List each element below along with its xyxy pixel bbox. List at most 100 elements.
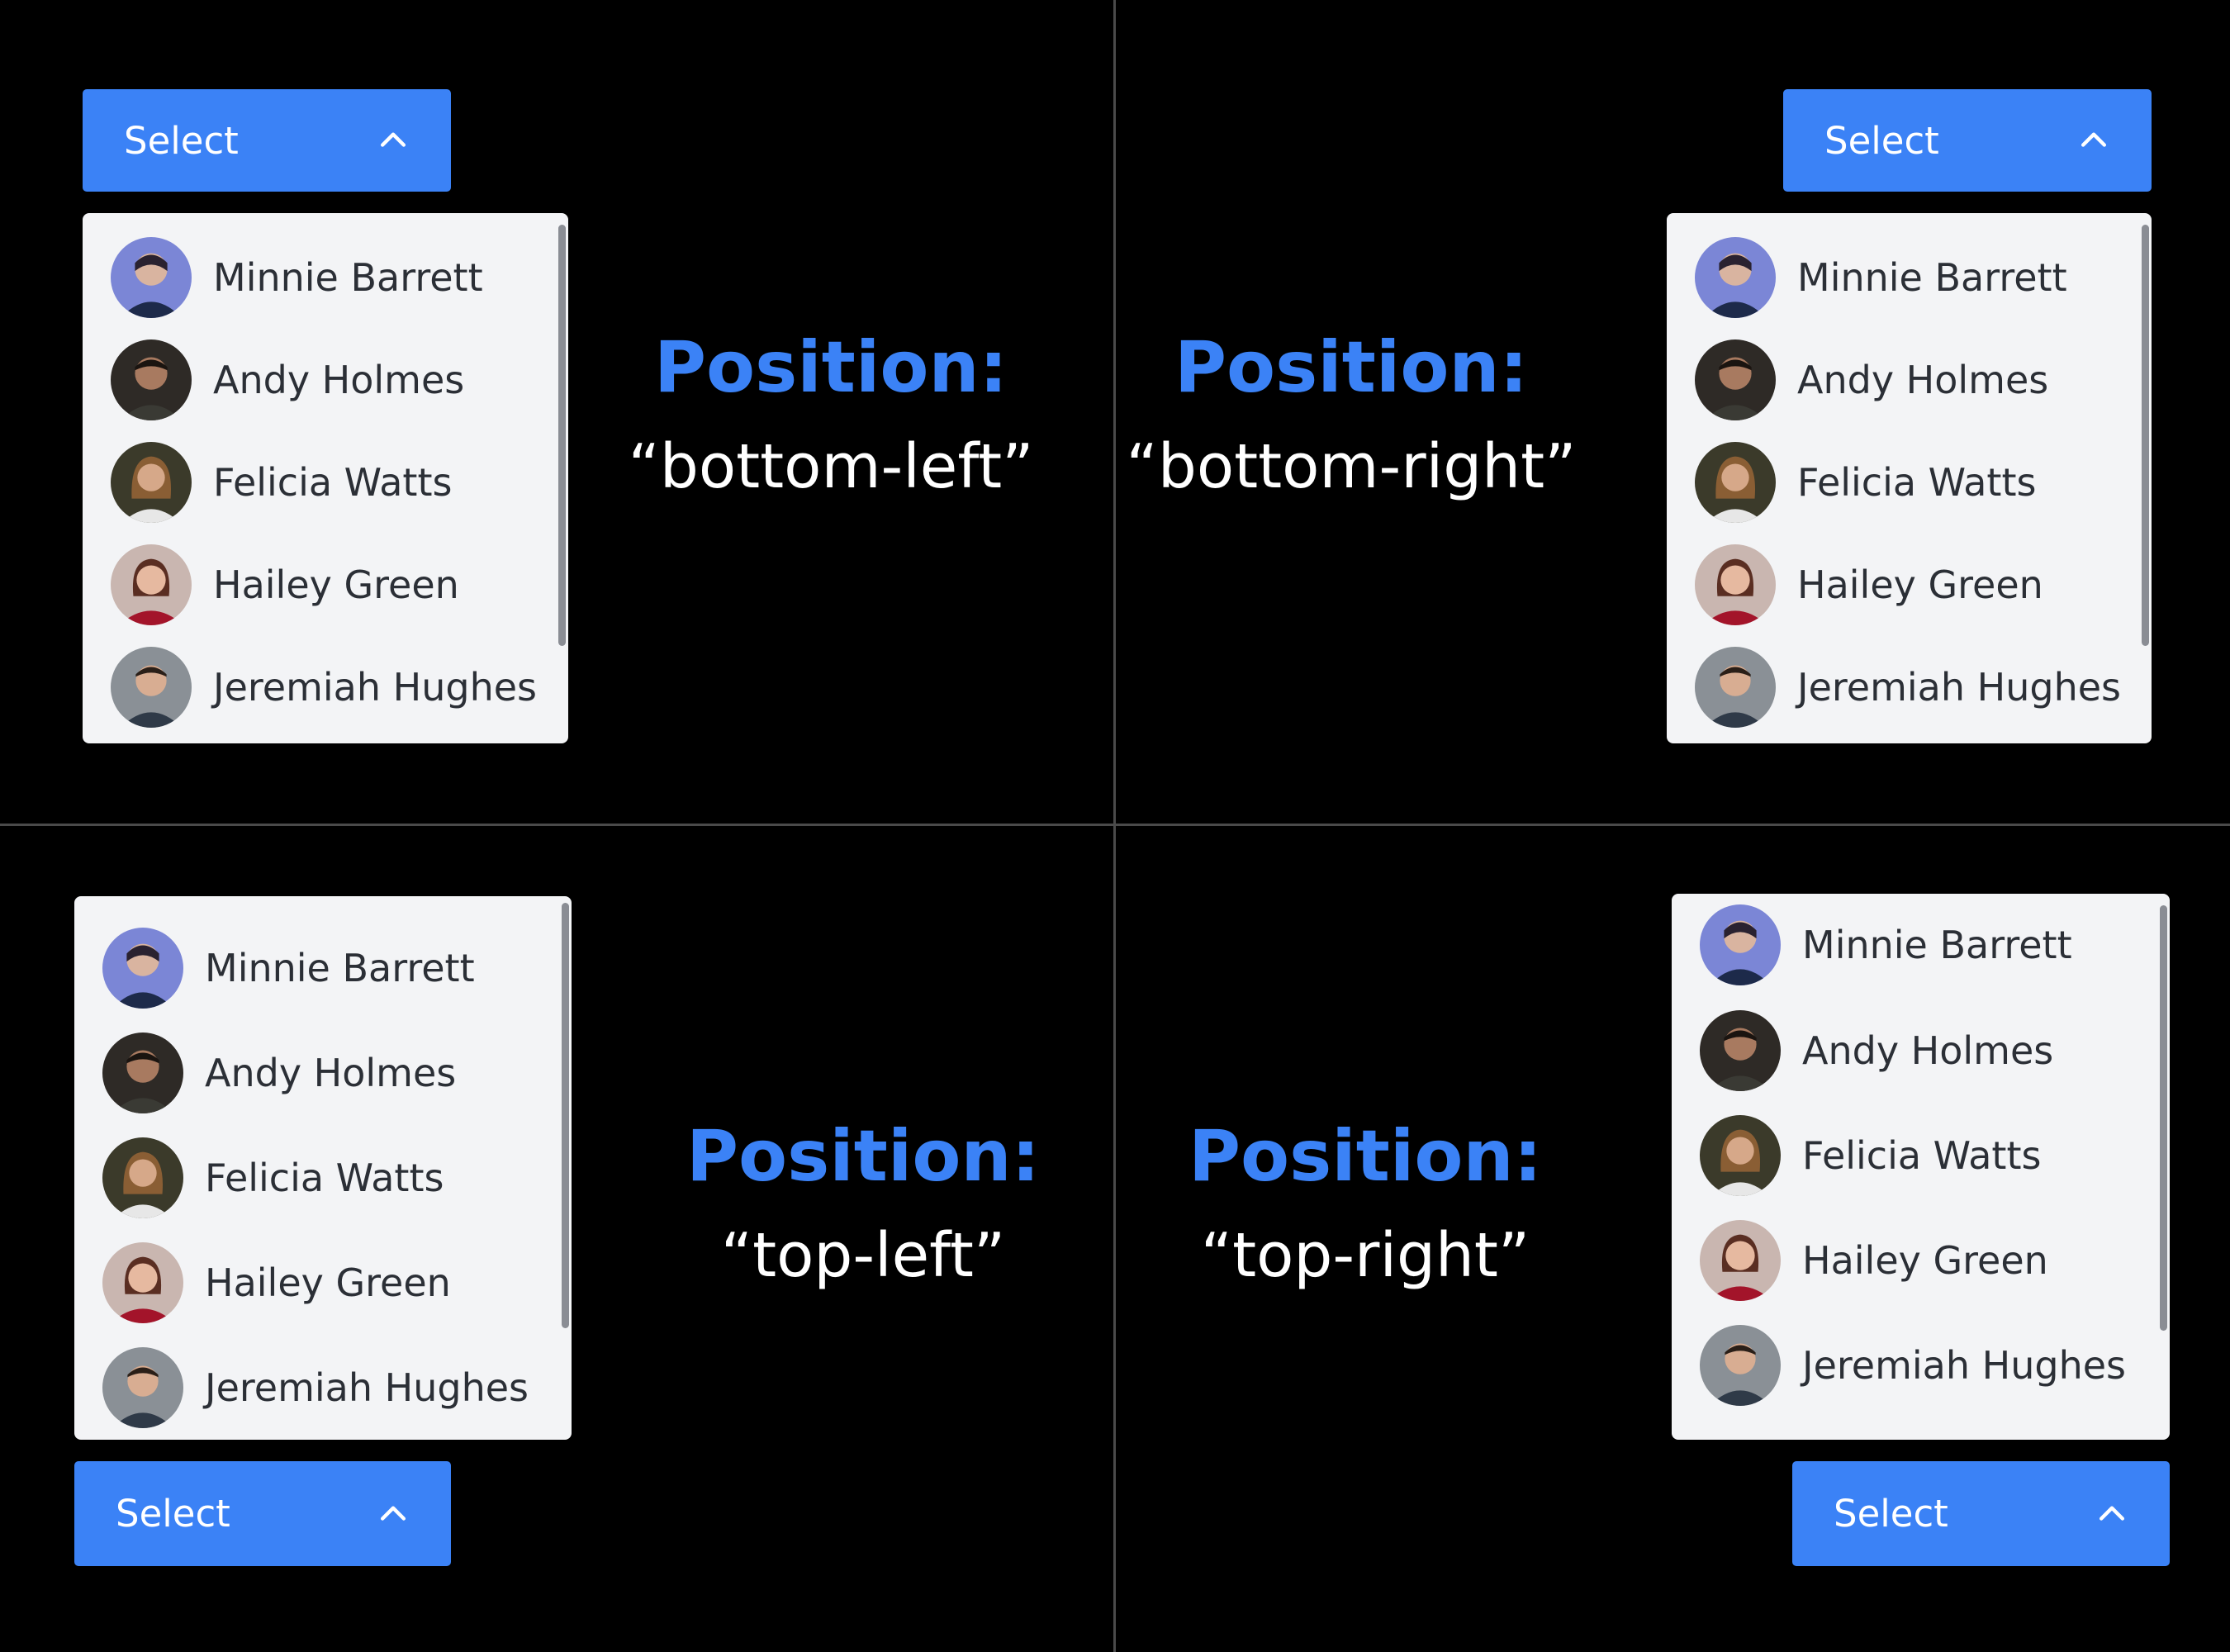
- quadrant-top-right: Minnie Barrett Andy Holmes Felicia Watts…: [1116, 826, 2229, 1650]
- scrollbar-thumb[interactable]: [562, 903, 569, 1328]
- avatar-icon: [111, 544, 192, 625]
- list-item[interactable]: Hailey Green: [1695, 544, 2043, 626]
- scrollbar-thumb[interactable]: [2160, 905, 2167, 1331]
- list-item[interactable]: Andy Holmes: [1700, 1009, 2053, 1092]
- list-item[interactable]: Minnie Barrett: [111, 236, 483, 319]
- quadrant-bottom-right: Select Minnie Barrett Andy Holmes Felici…: [1116, 0, 2229, 824]
- dropdown-menu: Minnie Barrett Andy Holmes Felicia Watts…: [1667, 213, 2152, 743]
- option-label: Hailey Green: [1802, 1238, 2048, 1283]
- list-item[interactable]: Andy Holmes: [111, 339, 464, 421]
- scrollbar[interactable]: [560, 896, 572, 1440]
- caption-title: Position:: [686, 1115, 1041, 1198]
- option-label: Andy Holmes: [1802, 1028, 2054, 1073]
- avatar-icon: [111, 442, 192, 523]
- avatar-icon: [1695, 237, 1776, 318]
- option-label: Felicia Watts: [213, 460, 453, 505]
- caption: Position: “bottom-left”: [575, 318, 1087, 516]
- dropdown-menu: Minnie Barrett Andy Holmes Felicia Watts…: [74, 896, 572, 1440]
- avatar-icon: [1695, 647, 1776, 728]
- list-item[interactable]: Andy Holmes: [102, 1032, 456, 1114]
- caption: Position: “bottom-right”: [1095, 318, 1607, 516]
- select-label: Select: [124, 118, 239, 163]
- avatar-icon: [1695, 544, 1776, 625]
- quadrant-top-left: Minnie Barrett Andy Holmes Felicia Watts…: [0, 826, 1113, 1650]
- list-item[interactable]: Hailey Green: [1700, 1219, 2048, 1302]
- option-label: Hailey Green: [213, 563, 459, 607]
- list-item[interactable]: Jeremiah Hughes: [102, 1346, 529, 1429]
- caption-title: Position:: [1174, 326, 1529, 409]
- caption: Position: “top-left”: [607, 1107, 1119, 1305]
- option-label: Jeremiah Hughes: [1802, 1343, 2126, 1388]
- select-button[interactable]: Select: [83, 89, 451, 192]
- dropdown-menu: Minnie Barrett Andy Holmes Felicia Watts…: [83, 213, 568, 743]
- chevron-up-icon: [380, 132, 406, 147]
- caption-value: “bottom-left”: [628, 431, 1034, 502]
- option-label: Minnie Barrett: [213, 255, 483, 300]
- avatar-icon: [1695, 339, 1776, 420]
- select-label: Select: [1824, 118, 1939, 163]
- list-item[interactable]: Minnie Barrett: [1695, 236, 2067, 319]
- avatar-icon: [1700, 1325, 1781, 1406]
- avatar-icon: [1700, 1220, 1781, 1301]
- list-item[interactable]: Minnie Barrett: [1700, 904, 2072, 986]
- list-item[interactable]: Jeremiah Hughes: [1700, 1324, 2126, 1407]
- scrollbar[interactable]: [557, 213, 568, 743]
- option-label: Felicia Watts: [205, 1156, 444, 1200]
- select-label: Select: [1834, 1492, 1948, 1536]
- avatar-icon: [1700, 1010, 1781, 1091]
- avatar-icon: [102, 1347, 183, 1428]
- caption-value: “top-left”: [720, 1220, 1006, 1291]
- chevron-up-icon: [2099, 1505, 2125, 1521]
- caption-value: “bottom-right”: [1126, 431, 1577, 502]
- option-label: Andy Holmes: [213, 358, 465, 402]
- list-item[interactable]: Felicia Watts: [1700, 1114, 2041, 1197]
- avatar-icon: [1700, 904, 1781, 985]
- list-item[interactable]: Jeremiah Hughes: [111, 646, 537, 729]
- dropdown-menu: Minnie Barrett Andy Holmes Felicia Watts…: [1672, 894, 2170, 1440]
- list-item[interactable]: Felicia Watts: [111, 441, 452, 524]
- avatar-icon: [102, 1137, 183, 1218]
- avatar-icon: [111, 237, 192, 318]
- quadrant-bottom-left: Select Minnie Barrett Andy Holmes Felici…: [0, 0, 1113, 824]
- avatar-icon: [102, 1242, 183, 1323]
- option-label: Hailey Green: [205, 1260, 451, 1305]
- select-button[interactable]: Select: [1783, 89, 2152, 192]
- option-label: Andy Holmes: [205, 1051, 457, 1095]
- scrollbar[interactable]: [2140, 213, 2152, 743]
- scrollbar-thumb[interactable]: [558, 225, 566, 646]
- option-label: Felicia Watts: [1802, 1133, 2042, 1178]
- avatar-icon: [102, 1032, 183, 1113]
- option-label: Minnie Barrett: [205, 946, 475, 990]
- scrollbar[interactable]: [2158, 894, 2170, 1440]
- caption-title: Position:: [653, 326, 1008, 409]
- option-label: Jeremiah Hughes: [1797, 665, 2121, 710]
- list-item[interactable]: Hailey Green: [102, 1241, 451, 1324]
- list-item[interactable]: Hailey Green: [111, 544, 459, 626]
- select-button[interactable]: Select: [74, 1461, 451, 1566]
- option-label: Jeremiah Hughes: [205, 1365, 529, 1410]
- select-button[interactable]: Select: [1792, 1461, 2170, 1566]
- caption: Position: “top-right”: [1109, 1107, 1621, 1305]
- caption-value: “top-right”: [1200, 1220, 1530, 1291]
- chevron-up-icon: [380, 1505, 406, 1521]
- option-label: Hailey Green: [1797, 563, 2043, 607]
- list-item[interactable]: Felicia Watts: [102, 1137, 444, 1219]
- avatar-icon: [102, 928, 183, 1009]
- avatar-icon: [1695, 442, 1776, 523]
- scrollbar-thumb[interactable]: [2142, 225, 2149, 646]
- chevron-up-icon: [2081, 132, 2107, 147]
- option-label: Felicia Watts: [1797, 460, 2037, 505]
- caption-title: Position:: [1188, 1115, 1543, 1198]
- avatar-icon: [111, 647, 192, 728]
- avatar-icon: [111, 339, 192, 420]
- list-item[interactable]: Jeremiah Hughes: [1695, 646, 2121, 729]
- select-label: Select: [116, 1492, 230, 1536]
- option-label: Jeremiah Hughes: [213, 665, 537, 710]
- option-label: Minnie Barrett: [1797, 255, 2067, 300]
- avatar-icon: [1700, 1115, 1781, 1196]
- list-item[interactable]: Andy Holmes: [1695, 339, 2048, 421]
- option-label: Andy Holmes: [1797, 358, 2049, 402]
- list-item[interactable]: Minnie Barrett: [102, 927, 475, 1009]
- list-item[interactable]: Felicia Watts: [1695, 441, 2036, 524]
- option-label: Minnie Barrett: [1802, 923, 2072, 967]
